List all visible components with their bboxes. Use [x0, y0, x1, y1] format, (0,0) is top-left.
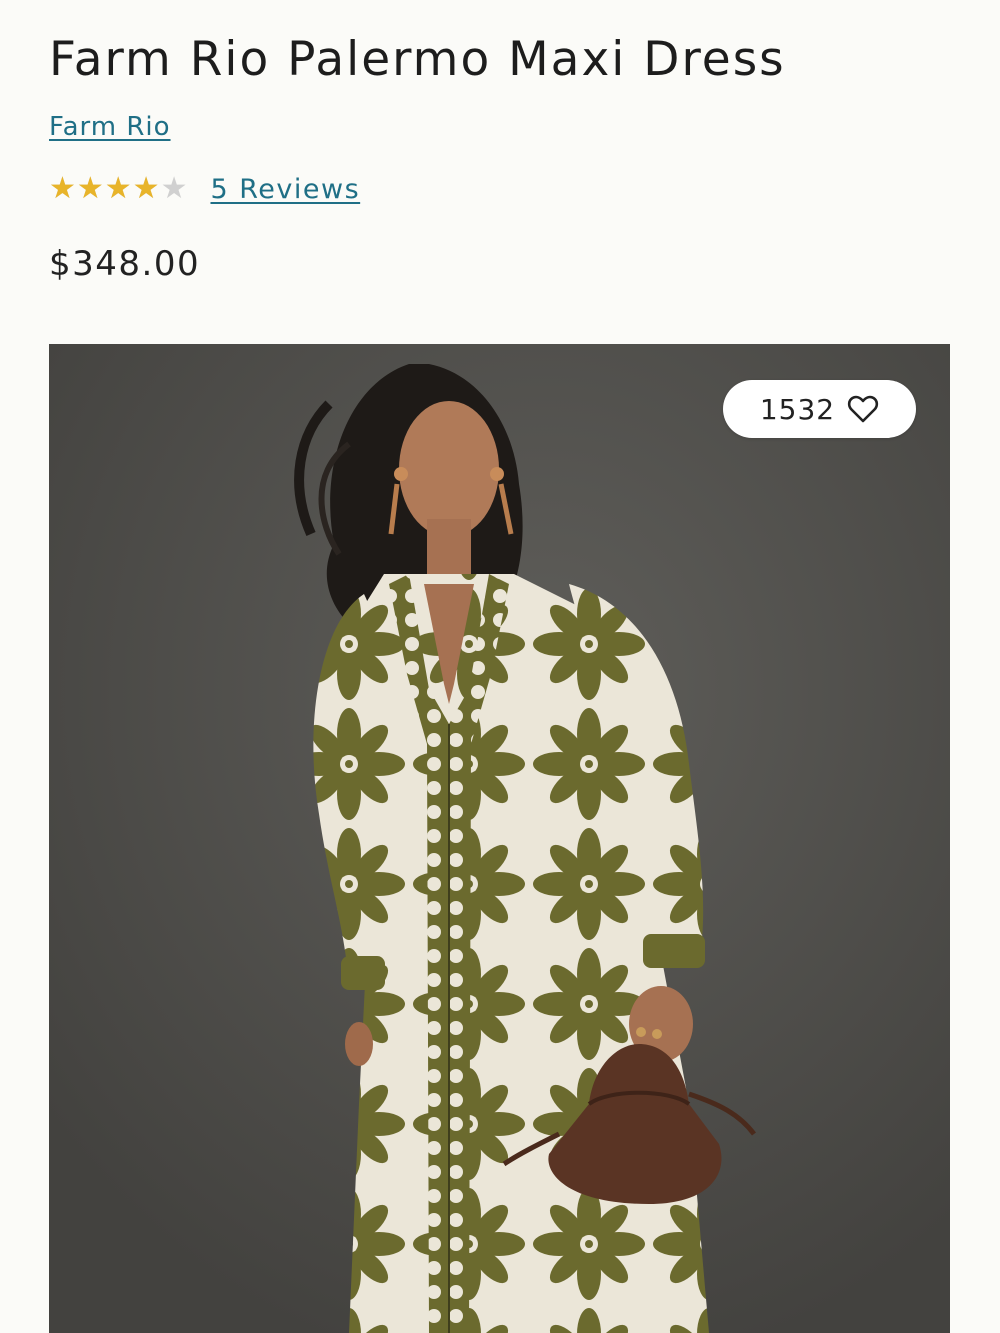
- filled-stars-icon: ★★★★★: [49, 174, 161, 204]
- model-photo: [49, 344, 950, 1333]
- star-rating: ★★★★★ ★★★★★: [49, 174, 188, 204]
- product-header: Farm Rio Palermo Maxi Dress Farm Rio ★★★…: [49, 28, 949, 284]
- brand-link[interactable]: Farm Rio: [49, 112, 171, 142]
- like-button[interactable]: 1532: [723, 380, 916, 438]
- heart-outline-icon: [847, 394, 879, 424]
- product-image[interactable]: 1532: [49, 344, 950, 1333]
- like-count: 1532: [759, 392, 836, 426]
- rating-row: ★★★★★ ★★★★★ 5 Reviews: [49, 172, 949, 206]
- product-price: $348.00: [49, 244, 201, 284]
- reviews-link[interactable]: 5 Reviews: [210, 174, 360, 205]
- product-title: Farm Rio Palermo Maxi Dress: [49, 32, 786, 87]
